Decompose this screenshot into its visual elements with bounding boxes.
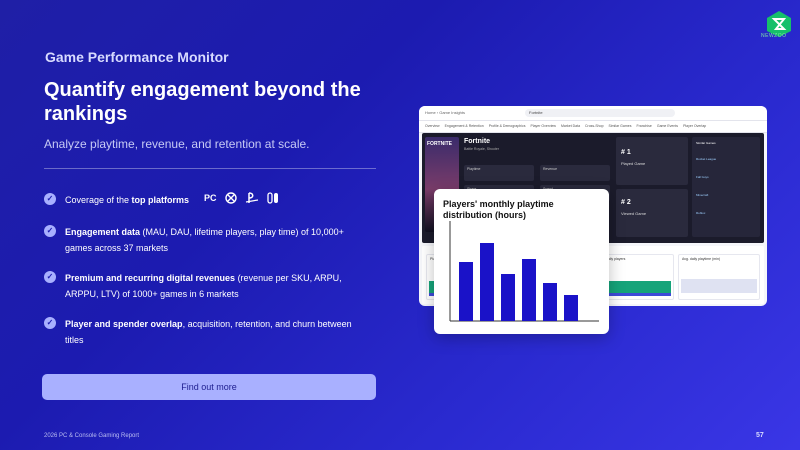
- feature-item-platforms: ✓ Coverage of the top platforms PC: [44, 192, 374, 208]
- playstation-icon: [245, 192, 258, 203]
- tab-profile[interactable]: Profile & Demographics: [489, 124, 526, 129]
- check-icon: ✓: [44, 317, 56, 329]
- tab-franchise[interactable]: Franchise: [636, 124, 651, 129]
- page-number: 57: [756, 432, 764, 439]
- feature-bold: Premium and recurring digital revenues: [65, 273, 236, 283]
- xbox-icon: [224, 192, 237, 204]
- check-icon: ✓: [44, 271, 56, 283]
- game-title: Fortnite: [464, 138, 491, 145]
- tab-game-events[interactable]: Game Events: [657, 124, 678, 129]
- tab-overview[interactable]: Overview: [425, 124, 440, 129]
- platform-icons: PC: [204, 190, 279, 206]
- similar-games-list: Similar Games Rocket League Fall Guys Mi…: [692, 137, 760, 237]
- feature-item-engagement: ✓ Engagement data (MAU, DAU, lifetime pl…: [44, 224, 374, 256]
- eyebrow: Game Performance Monitor: [45, 49, 229, 65]
- bar-4: [522, 259, 536, 321]
- subtitle: Analyze playtime, revenue, and retention…: [44, 137, 310, 151]
- playtime-distribution-card: Players' monthly playtime distribution (…: [434, 189, 609, 334]
- mini-chart-daily-playtime: Avg. daily playtime (min): [678, 254, 760, 300]
- find-out-more-button[interactable]: Find out more: [42, 374, 376, 400]
- tab-player-overlap[interactable]: Player Overlap: [683, 124, 706, 129]
- mock-topbar: Home › Game Insights Fortnite: [419, 106, 767, 121]
- footer-report-name: 2026 PC & Console Gaming Report: [44, 433, 140, 439]
- divider: [44, 168, 376, 169]
- tab-market-data[interactable]: Market Data: [561, 124, 580, 129]
- page-title: Quantify engagement beyond the rankings: [44, 79, 361, 125]
- pc-icon: PC: [204, 193, 217, 203]
- feature-bold: Player and spender overlap: [65, 319, 183, 329]
- game-genre: Battle Royale, Shooter: [464, 147, 500, 151]
- breadcrumb: Home › Game Insights: [425, 110, 466, 115]
- feature-item-overlap: ✓ Player and spender overlap, acquisitio…: [44, 316, 374, 348]
- bar-6: [564, 295, 578, 321]
- check-icon: ✓: [44, 225, 56, 237]
- playtime-bar-chart: [449, 221, 599, 322]
- stat-box: Playtime: [464, 165, 534, 181]
- search-input[interactable]: Fortnite: [525, 109, 675, 117]
- bar-1: [459, 262, 473, 321]
- tab-engagement[interactable]: Engagement & Retention: [445, 124, 484, 129]
- tab-similar-games[interactable]: Similar Games: [609, 124, 632, 129]
- feature-bold: top platforms: [131, 195, 190, 205]
- bar-3: [501, 274, 515, 321]
- feature-lead: Coverage of the: [65, 195, 132, 205]
- switch-icon: [266, 192, 278, 204]
- tab-player-overview[interactable]: Player Overview: [530, 124, 555, 129]
- tab-cross-shop[interactable]: Cross-Shop: [585, 124, 603, 129]
- feature-bold: Engagement data: [65, 227, 141, 237]
- rank-card-viewed: # 2 Viewed Game: [616, 189, 688, 237]
- feature-item-revenue: ✓ Premium and recurring digital revenues…: [44, 270, 374, 302]
- bar-2: [480, 243, 494, 321]
- check-icon: ✓: [44, 193, 56, 205]
- bar-5: [543, 283, 557, 321]
- mock-tabbar: Overview Engagement & Retention Profile …: [419, 121, 767, 133]
- rank-card-played: # 1 Played Game: [616, 137, 688, 185]
- stat-box: Revenue: [540, 165, 610, 181]
- logo-text: NEWZOO: [761, 33, 787, 39]
